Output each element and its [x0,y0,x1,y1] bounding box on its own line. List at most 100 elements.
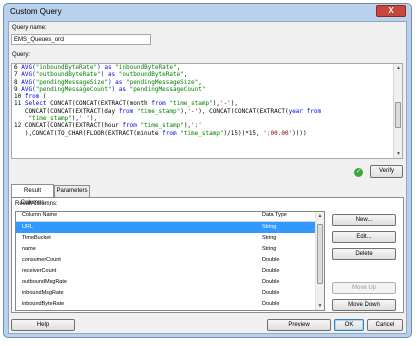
result-columns-panel: Result columns: Column Name Data Type UR… [11,197,404,313]
new-column-button[interactable]: New... [332,214,396,226]
query-token: "inboundByteRate" [35,64,98,71]
data-type-cell: Double [262,257,280,263]
query-line: CONCAT(CONCAT(EXTRACT(day from "time_sta… [12,108,402,115]
data-type-cell: String [262,224,277,230]
ok-button[interactable]: OK [334,319,364,331]
tab-result-columns[interactable]: Result Columns [11,184,54,206]
query-token: AVG( [21,64,36,71]
query-token: ), [212,100,220,108]
scroll-thumb[interactable] [395,102,401,128]
query-token: ) as [111,85,130,93]
table-scroll-thumb[interactable] [317,224,323,284]
query-token: "inboundByteRate" [115,64,177,71]
query-line: 6 AVG("inboundByteRate") as "inboundByte… [12,64,402,71]
query-token: "time_stamp" [140,122,184,130]
query-token: CONCAT(CONCAT(EXTRACT(hour [24,122,123,130]
column-header-type[interactable]: Data Type [262,212,287,221]
query-token: CONCAT(CONCAT(EXTRACT(month [50,100,152,108]
table-scroll-up-icon[interactable]: ▲ [316,212,324,220]
query-token: '-' [187,107,199,115]
query-token: ':00.00' [263,129,293,137]
query-token: , [198,78,202,86]
query-token: "pendingMessageCount" [35,85,112,93]
table-row[interactable]: inboundByteRate Double [16,299,317,310]
column-header-name[interactable]: Column Name [22,212,57,221]
table-row[interactable]: name String [16,244,317,255]
scroll-down-arrow-icon[interactable]: ▼ [394,150,402,158]
table-row[interactable]: consumerCount Double [16,255,317,266]
preview-button[interactable]: Preview [267,319,331,331]
query-token: year from [288,107,322,115]
query-token: ), [71,115,80,123]
table-scroll-down-icon[interactable]: ▼ [316,302,324,310]
window-title: Custom Query [10,7,62,16]
query-token: "outboundByteRate" [118,71,184,79]
table-scrollbar[interactable]: ▲ ▼ [315,212,324,310]
query-token: 10 [14,93,25,101]
query-token: "time_stamp" [14,115,72,123]
table-row[interactable]: outboundMsgRate Double [16,277,317,288]
query-token: 11 [14,100,25,108]
query-token: 12 [14,122,25,130]
column-name-cell: receiverCount [22,268,57,274]
query-token: ),CONCAT(TO_CHAR(FLOOR(EXTRACT(minute [14,129,163,137]
data-type-cell: String [262,246,277,252]
move-down-button[interactable]: Move Down [332,299,396,311]
query-token: )))) [292,129,307,137]
query-token: CONCAT(CONCAT(EXTRACT(day [14,107,119,115]
query-token: ), [230,100,239,108]
query-line: 8 AVG("pendingMessageSize") as "pendingM… [12,79,402,86]
table-row[interactable]: receiverCount Double [16,266,317,277]
column-name-cell: outboundMsgRate [22,279,67,285]
table-row[interactable]: TimeBucket String [16,233,317,244]
query-token: ':' [191,122,202,130]
custom-query-dialog: Custom Query X Query name: EMS_Queues_or… [3,3,412,338]
query-name-label: Query name: [12,25,47,31]
data-type-cell: Double [262,290,280,296]
move-up-button[interactable]: Move Up [332,282,396,294]
edit-column-button[interactable]: Edit... [332,231,396,243]
help-button[interactable]: Help [11,319,75,331]
query-line: "time_stamp"),' '), [12,115,402,122]
close-button[interactable]: X [376,5,406,17]
query-line: 7 AVG("outboundByteRate") as "outboundBy… [12,71,402,78]
query-token: from [151,100,170,108]
query-line: ),CONCAT(TO_CHAR(FLOOR(EXTRACT(minute fr… [12,130,402,137]
cancel-button[interactable]: Cancel [367,319,403,331]
query-token: ) as [107,78,126,86]
data-type-cell: Double [262,301,280,307]
query-token: "pendingMessageSize" [35,78,108,86]
title-bar[interactable]: Custom Query X [4,4,411,20]
query-label: Query: [12,52,31,58]
query-token: from [118,107,137,115]
tab-parameters[interactable]: Parameters [54,185,90,197]
query-token: , [176,64,181,71]
query-line: 9 AVG("pendingMessageCount") as "pending… [12,86,402,93]
table-header: Column Name Data Type [16,212,317,222]
query-token: AVG( [21,78,36,86]
query-token: from [24,93,40,101]
query-token: "pendingMessageSize" [126,78,199,86]
data-type-cell: Double [262,279,280,285]
data-type-cell: String [262,235,277,241]
column-name-cell: inboundByteRate [22,301,65,307]
query-token: from [122,122,141,130]
column-name-cell: inboundMsgRate [22,290,64,296]
table-row[interactable]: inboundMsgRate Double [16,288,317,299]
query-token: "time_stamp" [180,129,224,137]
query-scrollbar[interactable]: ▲ ▼ [393,64,402,158]
query-name-input[interactable]: EMS_Queues_orcl [11,34,151,45]
verify-button[interactable]: Verify [370,165,403,178]
query-line: 12 CONCAT(CONCAT(EXTRACT(hour from "time… [12,122,402,129]
column-name-cell: name [22,246,36,252]
query-token: AVG( [21,71,36,79]
query-token: )/15))*15, [223,129,264,137]
query-token: "outboundByteRate" [35,71,101,79]
data-type-cell: Double [262,268,280,274]
delete-column-button[interactable]: Delete [332,248,396,260]
query-editor[interactable]: 6 AVG("inboundByteRate") as "inboundByte… [11,63,403,159]
result-columns-table[interactable]: Column Name Data Type URL String TimeBucke… [15,211,325,311]
scroll-up-arrow-icon[interactable]: ▲ [394,64,402,72]
table-row[interactable]: URL String [16,222,317,233]
query-line: 10 from ( [12,93,402,100]
